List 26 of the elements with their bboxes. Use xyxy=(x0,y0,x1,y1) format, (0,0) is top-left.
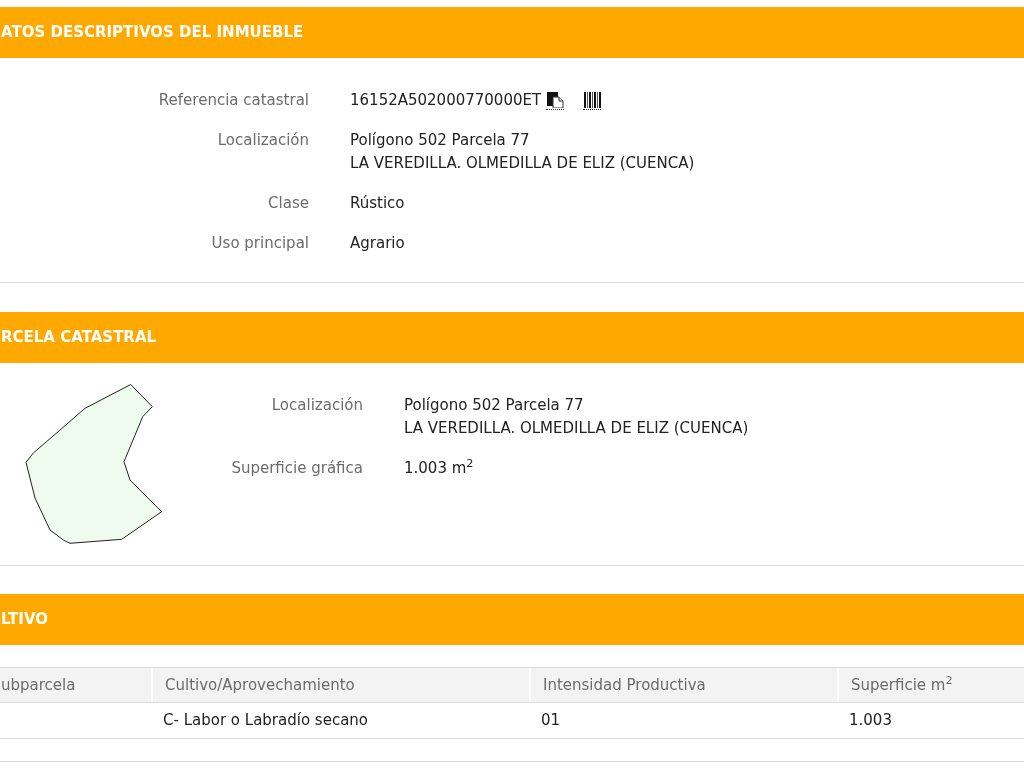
table-cell: C- Labor o Labradío secano xyxy=(163,711,368,729)
field-value: 16152A502000770000ET xyxy=(350,90,542,111)
field-label: Localización xyxy=(216,130,309,151)
field-label: Referencia catastral xyxy=(157,90,309,111)
field-value: LA VEREDILLA. OLMEDILLA DE ELIZ (CUENCA) xyxy=(404,418,749,439)
field-value: Rústico xyxy=(350,193,405,214)
table-cell: 1.003 xyxy=(849,711,892,729)
field-label: Clase xyxy=(267,193,309,214)
field-value: 1.003 m$^{2}$ xyxy=(404,457,474,479)
column-header: Superficie m$^{2}$ xyxy=(837,668,1024,702)
section-title: ATOS DESCRIPTIVOS DEL INMUEBLE xyxy=(1,22,304,43)
column-header: ubparcela xyxy=(0,674,77,696)
table-cell: 01 xyxy=(541,711,561,729)
field-value: Polígono 502 Parcela 77 xyxy=(404,395,584,416)
field-value: LA VEREDILLA. OLMEDILLA DE ELIZ (CUENCA) xyxy=(350,153,695,174)
field-label: Localización xyxy=(270,395,363,416)
field-label: Uso principal xyxy=(210,233,309,254)
document-icon[interactable] xyxy=(546,91,565,110)
field-value: Agrario xyxy=(350,233,405,254)
field-value: Polígono 502 Parcela 77 xyxy=(350,130,530,151)
column-header: Cultivo/Aprovechamiento xyxy=(151,668,529,702)
barcode-icon[interactable] xyxy=(583,91,602,110)
section-title: LTIVO xyxy=(1,609,48,630)
column-header: Intensidad Productiva xyxy=(529,668,837,702)
section-title: RCELA CATASTRAL xyxy=(1,327,157,348)
field-label: Superficie gráfica xyxy=(230,458,363,479)
